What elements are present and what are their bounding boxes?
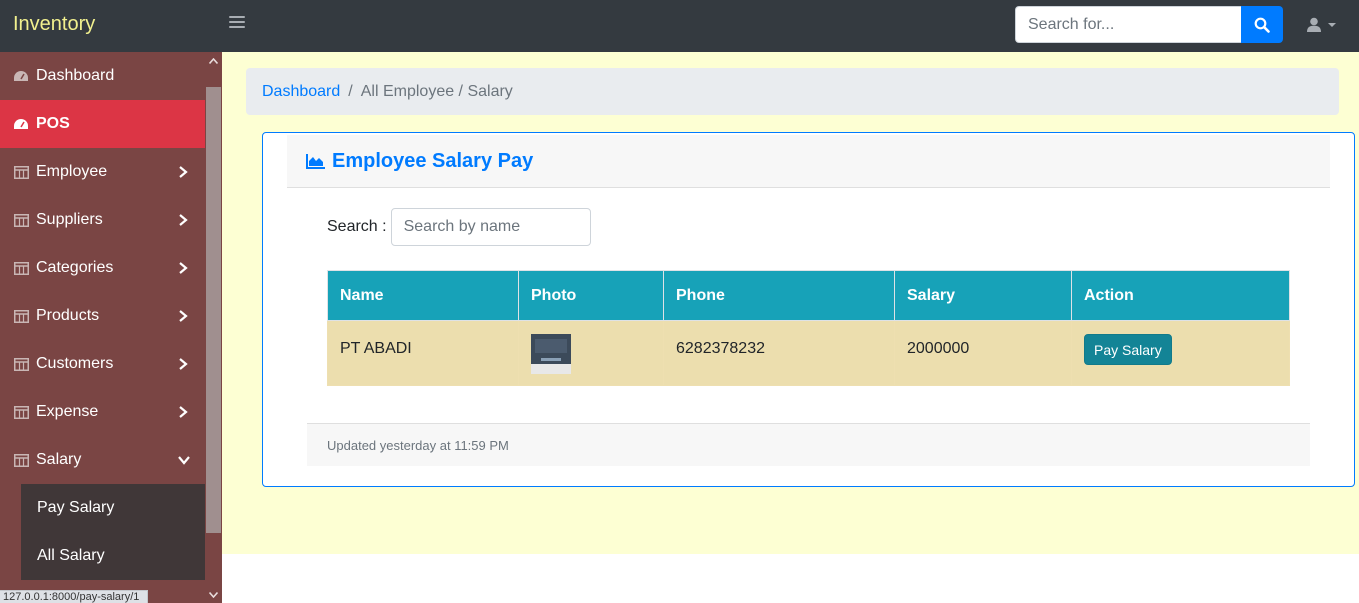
- employee-salary-table: Name Photo Phone Salary Action PT ABADI: [327, 270, 1290, 386]
- sidebar: Dashboard POS Employee Suppliers Categor…: [0, 52, 205, 603]
- submenu-item-pay-salary[interactable]: Pay Salary: [21, 484, 205, 532]
- caret-up-icon: [209, 57, 218, 64]
- pay-salary-button[interactable]: Pay Salary: [1084, 334, 1172, 365]
- sidebar-item-customers[interactable]: Customers: [0, 340, 205, 388]
- table-icon: [13, 405, 29, 419]
- column-header-name: Name: [327, 270, 519, 321]
- sidebar-item-label: POS: [36, 115, 70, 132]
- table-icon: [13, 165, 29, 179]
- sidebar-item-salary[interactable]: Salary: [0, 436, 205, 484]
- sidebar-item-label: Categories: [36, 259, 114, 276]
- table-icon: [13, 309, 29, 323]
- salary-card: Employee Salary Pay Search : Name Photo …: [262, 132, 1355, 487]
- sidebar-item-expense[interactable]: Expense: [0, 388, 205, 436]
- breadcrumb-current: All Employee / Salary: [360, 82, 513, 100]
- column-header-salary: Salary: [894, 270, 1072, 321]
- brand-logo[interactable]: Inventory: [13, 13, 95, 36]
- chevron-right-icon: [179, 166, 188, 178]
- sidebar-item-pos[interactable]: POS: [0, 100, 205, 148]
- search-label: Search :: [327, 218, 387, 235]
- search-icon: [1254, 17, 1270, 33]
- main-content: Dashboard / All Employee / Salary Employ…: [222, 52, 1359, 554]
- gauge-icon: [13, 69, 29, 83]
- sidebar-item-dashboard[interactable]: Dashboard: [0, 52, 205, 100]
- employee-photo: [531, 334, 571, 374]
- navbar-search: [1015, 6, 1283, 43]
- scroll-down-arrow[interactable]: [205, 586, 222, 603]
- navbar-search-button[interactable]: [1241, 6, 1283, 43]
- caret-down-icon: [1328, 23, 1336, 27]
- sidebar-toggle-button[interactable]: [229, 16, 245, 32]
- salary-submenu: Pay Salary All Salary: [21, 484, 205, 580]
- search-by-name-input[interactable]: [390, 208, 591, 246]
- table-icon: [13, 213, 29, 227]
- table-header-row: Name Photo Phone Salary Action: [327, 270, 1290, 321]
- sidebar-item-employee[interactable]: Employee: [0, 148, 205, 196]
- breadcrumb: Dashboard / All Employee / Salary: [246, 68, 1339, 115]
- card-footer: Updated yesterday at 11:59 PM: [307, 423, 1310, 466]
- caret-down-icon: [209, 591, 218, 598]
- user-icon: [1307, 17, 1321, 32]
- cell-name: PT ABADI: [327, 320, 519, 386]
- hamburger-icon: [229, 16, 245, 18]
- table-icon: [13, 453, 29, 467]
- gauge-icon: [13, 117, 29, 131]
- cell-action: Pay Salary: [1071, 320, 1290, 386]
- sidebar-item-label: Employee: [36, 163, 108, 180]
- breadcrumb-separator: /: [348, 82, 353, 100]
- scroll-up-arrow[interactable]: [205, 52, 222, 69]
- column-header-photo: Photo: [518, 270, 664, 321]
- card-header: Employee Salary Pay: [287, 135, 1330, 188]
- cell-photo: [518, 320, 664, 386]
- user-dropdown[interactable]: [1306, 14, 1342, 36]
- chevron-down-icon: [178, 456, 190, 465]
- chevron-right-icon: [179, 214, 188, 226]
- table-icon: [13, 261, 29, 275]
- navbar-search-input[interactable]: [1015, 6, 1241, 43]
- chevron-right-icon: [179, 310, 188, 322]
- sidebar-item-label: Expense: [36, 403, 99, 420]
- sidebar-scrollbar[interactable]: [205, 52, 222, 603]
- submenu-item-all-salary[interactable]: All Salary: [21, 532, 205, 580]
- sidebar-item-label: Products: [36, 307, 100, 324]
- column-header-phone: Phone: [663, 270, 895, 321]
- name-search-row: Search :: [327, 208, 591, 246]
- scroll-thumb[interactable]: [206, 87, 221, 533]
- sidebar-item-categories[interactable]: Categories: [0, 244, 205, 292]
- sidebar-item-label: Customers: [36, 355, 114, 372]
- area-chart-icon: [306, 154, 325, 169]
- sidebar-item-label: Dashboard: [36, 67, 115, 84]
- column-header-action: Action: [1071, 270, 1290, 321]
- table-icon: [13, 357, 29, 371]
- browser-status-url: 127.0.0.1:8000/pay-salary/1: [0, 590, 148, 603]
- chevron-right-icon: [179, 262, 188, 274]
- sidebar-item-label: Suppliers: [36, 211, 103, 228]
- top-navbar: Inventory: [0, 0, 1359, 52]
- cell-phone: 6282378232: [663, 320, 895, 386]
- card-title: Employee Salary Pay: [332, 149, 534, 172]
- sidebar-item-suppliers[interactable]: Suppliers: [0, 196, 205, 244]
- sidebar-item-products[interactable]: Products: [0, 292, 205, 340]
- cell-salary: 2000000: [894, 320, 1072, 386]
- sidebar-item-label: Salary: [36, 451, 82, 468]
- table-row: PT ABADI 6282378232 2000000 Pay Salary: [327, 320, 1290, 386]
- chevron-right-icon: [179, 406, 188, 418]
- chevron-right-icon: [179, 358, 188, 370]
- breadcrumb-dashboard-link[interactable]: Dashboard: [262, 83, 340, 101]
